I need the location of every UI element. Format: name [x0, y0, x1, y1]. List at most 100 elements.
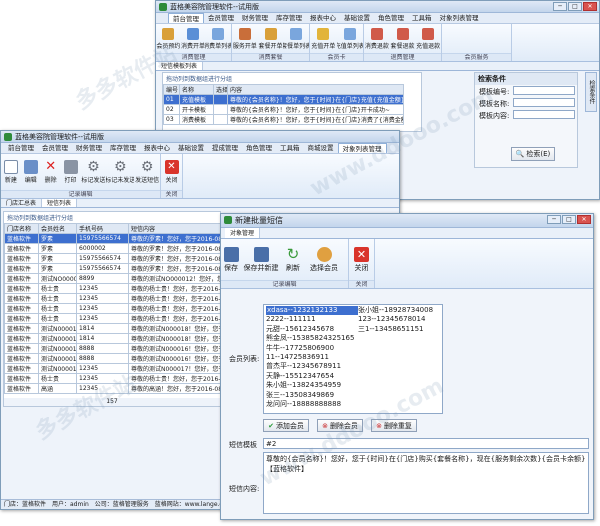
search-name-input[interactable]	[513, 98, 575, 107]
menu-tools[interactable]: 工具箱	[408, 13, 436, 23]
menu-commission[interactable]: 提成管理	[208, 143, 242, 153]
package-list-button[interactable]: 套餐单列表	[283, 24, 309, 53]
search-content-input[interactable]	[513, 110, 575, 119]
menu-report[interactable]: 报表中心	[140, 143, 174, 153]
edit-button[interactable]: 编辑	[21, 154, 41, 190]
close-button[interactable]: ✕	[583, 2, 597, 11]
menu-role[interactable]: 角色管理	[374, 13, 408, 23]
table-row[interactable]: 蓝格软件 杨士贵 12345 尊敬的杨士贵！您好，您于2016-08	[4, 313, 220, 324]
menu-mall[interactable]: 商城设置	[304, 143, 338, 153]
table-row[interactable]: 蓝格软件 高涵 12345 尊敬的高涵！您好，您于2016-08	[4, 383, 220, 394]
col-store[interactable]: 门店名称	[4, 223, 39, 234]
table-row[interactable]: 蓝格软件 杨士贵 12345 尊敬的杨士贵！您好，您于2016-08	[4, 293, 220, 304]
send-sms-button[interactable]: ⚙ 发送短信	[134, 154, 160, 190]
table-row[interactable]: 蓝格软件 测试N000016 8888 尊敬的测试N000016！您好，您于2	[4, 343, 220, 354]
tab-sms-list[interactable]: 短信列表	[42, 199, 78, 207]
row-checkbox[interactable]	[213, 94, 228, 105]
list-item[interactable]: 熊金凤--15385824325165	[266, 334, 358, 343]
col-name[interactable]: 名称	[179, 84, 214, 95]
consume-list-button[interactable]: 消费单列表	[205, 24, 231, 53]
list-item[interactable]: 张三--13508349869	[266, 391, 358, 400]
menu-basic[interactable]: 基础设置	[174, 143, 208, 153]
select-member-button[interactable]: 选择会员	[305, 239, 343, 280]
print-button[interactable]: 打印	[61, 154, 81, 190]
new-button[interactable]: 新建	[1, 154, 21, 190]
table-row[interactable]: 蓝格软件 杨士贵 12345 尊敬的杨士贵！您好，您于2016-08	[4, 283, 220, 294]
table-row[interactable]: 蓝格软件测试NO0000128899尊敬的测试NO000012！您好，您于2	[4, 273, 220, 284]
mark-unsent-button[interactable]: ⚙ 标记未发送	[106, 154, 134, 190]
add-member-button[interactable]: ✔ 添加会员	[263, 419, 309, 432]
search-id-input[interactable]	[513, 86, 575, 95]
menu-front[interactable]: 前台管理	[4, 143, 38, 153]
menu-objects[interactable]: 对象列表管理	[436, 13, 483, 23]
remove-member-button[interactable]: ⊗ 删除会员	[317, 419, 363, 432]
table-row[interactable]: 蓝格软件 杨士贵 12345 尊敬的杨士贵！您好，您于2016-08	[4, 303, 220, 314]
sms-content-textarea[interactable]: 尊敬的{会员名称}！您好，您于{时间}在{门店}购买{套餐名称}，现在{服务剩余…	[263, 452, 589, 514]
list-item[interactable]: 三1--13458651151	[358, 325, 442, 334]
list-item[interactable]: 天静--15512347654	[266, 372, 358, 381]
recharge-refund-button[interactable]: 充值退款	[415, 24, 441, 53]
col-content[interactable]: 内容	[227, 84, 404, 95]
booking-button[interactable]: 会员预约	[156, 24, 181, 53]
menu-member[interactable]: 会员管理	[204, 13, 238, 23]
table-row[interactable]: 蓝格软件 罗素 15975566574 尊敬的罗素！您好，您于2016-08-1	[4, 253, 220, 264]
col-sms[interactable]: 短信内容	[128, 223, 220, 234]
list-item[interactable]: xdasa--1232132133	[266, 306, 358, 316]
list-item[interactable]: 牛牛--17725806900	[266, 344, 358, 353]
consume-refund-button[interactable]: 消费退款	[364, 24, 390, 53]
tab-object-management[interactable]: 对象管理	[225, 228, 261, 238]
dialog-close-module-button[interactable]: ✕ 关闭	[349, 239, 374, 280]
consume-order-button[interactable]: 消费开单	[181, 24, 206, 53]
list-item[interactable]: 龙问问--18888888888	[266, 400, 358, 409]
refresh-button[interactable]: ↻ 刷新	[281, 239, 305, 280]
save-button[interactable]: 保存	[221, 239, 241, 280]
col-phone[interactable]: 手机号码	[76, 223, 129, 234]
maximize-button[interactable]: □	[568, 2, 582, 11]
col-select[interactable]: 选择	[213, 84, 228, 95]
menu-report[interactable]: 报表中心	[306, 13, 340, 23]
table-row[interactable]: 01 充值模板 尊敬的{会员名称}！您好，您于{时间}在{门店}充值{充值金额}元	[163, 94, 404, 105]
table-row[interactable]: 蓝格软件 测试N000018 1814 尊敬的测试N000018！您好，您于2	[4, 333, 220, 344]
col-member[interactable]: 会员姓名	[38, 223, 77, 234]
list-item[interactable]: 123--12345678014	[358, 315, 442, 324]
dialog-minimize-button[interactable]: ─	[547, 215, 561, 224]
menu-tools[interactable]: 工具箱	[276, 143, 304, 153]
service-order-button[interactable]: 服务开单	[232, 24, 258, 53]
list-item[interactable]: 曾杰平--12345678911	[266, 362, 358, 371]
menu-stock[interactable]: 库存管理	[272, 13, 306, 23]
recharge-order-button[interactable]: 充值开单	[310, 24, 337, 53]
row-checkbox[interactable]	[213, 114, 228, 125]
menu-member[interactable]: 会员管理	[38, 143, 72, 153]
template-select[interactable]: #2	[263, 438, 589, 449]
member-list[interactable]: xdasa--1232132133 2222--111111 元甜--15612…	[263, 304, 443, 414]
delete-button[interactable]: ✕ 删除	[41, 154, 61, 190]
recharge-list-button[interactable]: 充值单列表	[337, 24, 363, 53]
list-item[interactable]: 张小姐--18928734008	[358, 306, 442, 315]
table-row[interactable]: 蓝格软件 罗素 15975566574 尊敬的罗素！您好，您于2016-08-1	[4, 233, 220, 244]
table-row[interactable]: 蓝格软件 测试N000018 1814 尊敬的测试N000018！您好，您于2	[4, 323, 220, 334]
col-id[interactable]: 编号	[163, 84, 180, 95]
table-row[interactable]: 蓝格软件 测试N000017 12345 尊敬的测试N000017！您好，您于2	[4, 363, 220, 374]
tab-store-summary[interactable]: 门店汇总表	[1, 199, 43, 207]
dialog-close-button[interactable]: ✕	[577, 215, 591, 224]
row-checkbox[interactable]	[213, 104, 228, 115]
table-row[interactable]: 02 开卡模板 尊敬的{会员名称}！您好，您于{时间}在{门店}开卡成功~	[163, 104, 404, 115]
menu-objects[interactable]: 对象列表管理	[337, 143, 387, 153]
menu-front[interactable]: 前台管理	[168, 13, 204, 23]
remove-duplicates-button[interactable]: ⊗ 删除重复	[371, 419, 417, 432]
close-module-button[interactable]: ✕ 关闭	[161, 154, 182, 190]
list-item[interactable]: 2222--111111	[266, 315, 358, 324]
dialog-maximize-button[interactable]: □	[562, 215, 576, 224]
package-order-button[interactable]: 套餐开单	[258, 24, 284, 53]
table-row[interactable]: 蓝格软件 罗素 15975566574 尊敬的罗素！您好，您于2016-08-1	[4, 263, 220, 274]
table-row[interactable]: 蓝格软件 罗素 6000002 尊敬的罗素！您好，您于2016-08-1	[4, 243, 220, 254]
menu-basic[interactable]: 基础设置	[340, 13, 374, 23]
menu-finance[interactable]: 财务管理	[72, 143, 106, 153]
minimize-button[interactable]: ─	[553, 2, 567, 11]
table-row[interactable]: 蓝格软件 测试N000016 8888 尊敬的测试N000016！您好，您于2	[4, 353, 220, 364]
list-item[interactable]: 元甜--15612345678	[266, 325, 358, 334]
save-new-button[interactable]: 保存并新建	[241, 239, 281, 280]
table-row[interactable]: 蓝格软件 杨士贵 12345 尊敬的杨士贵！您好，您于2016-08	[4, 373, 220, 384]
list-item[interactable]: 朱小姐--13824354959	[266, 381, 358, 390]
side-search-tab[interactable]: 检索条件	[585, 72, 597, 112]
